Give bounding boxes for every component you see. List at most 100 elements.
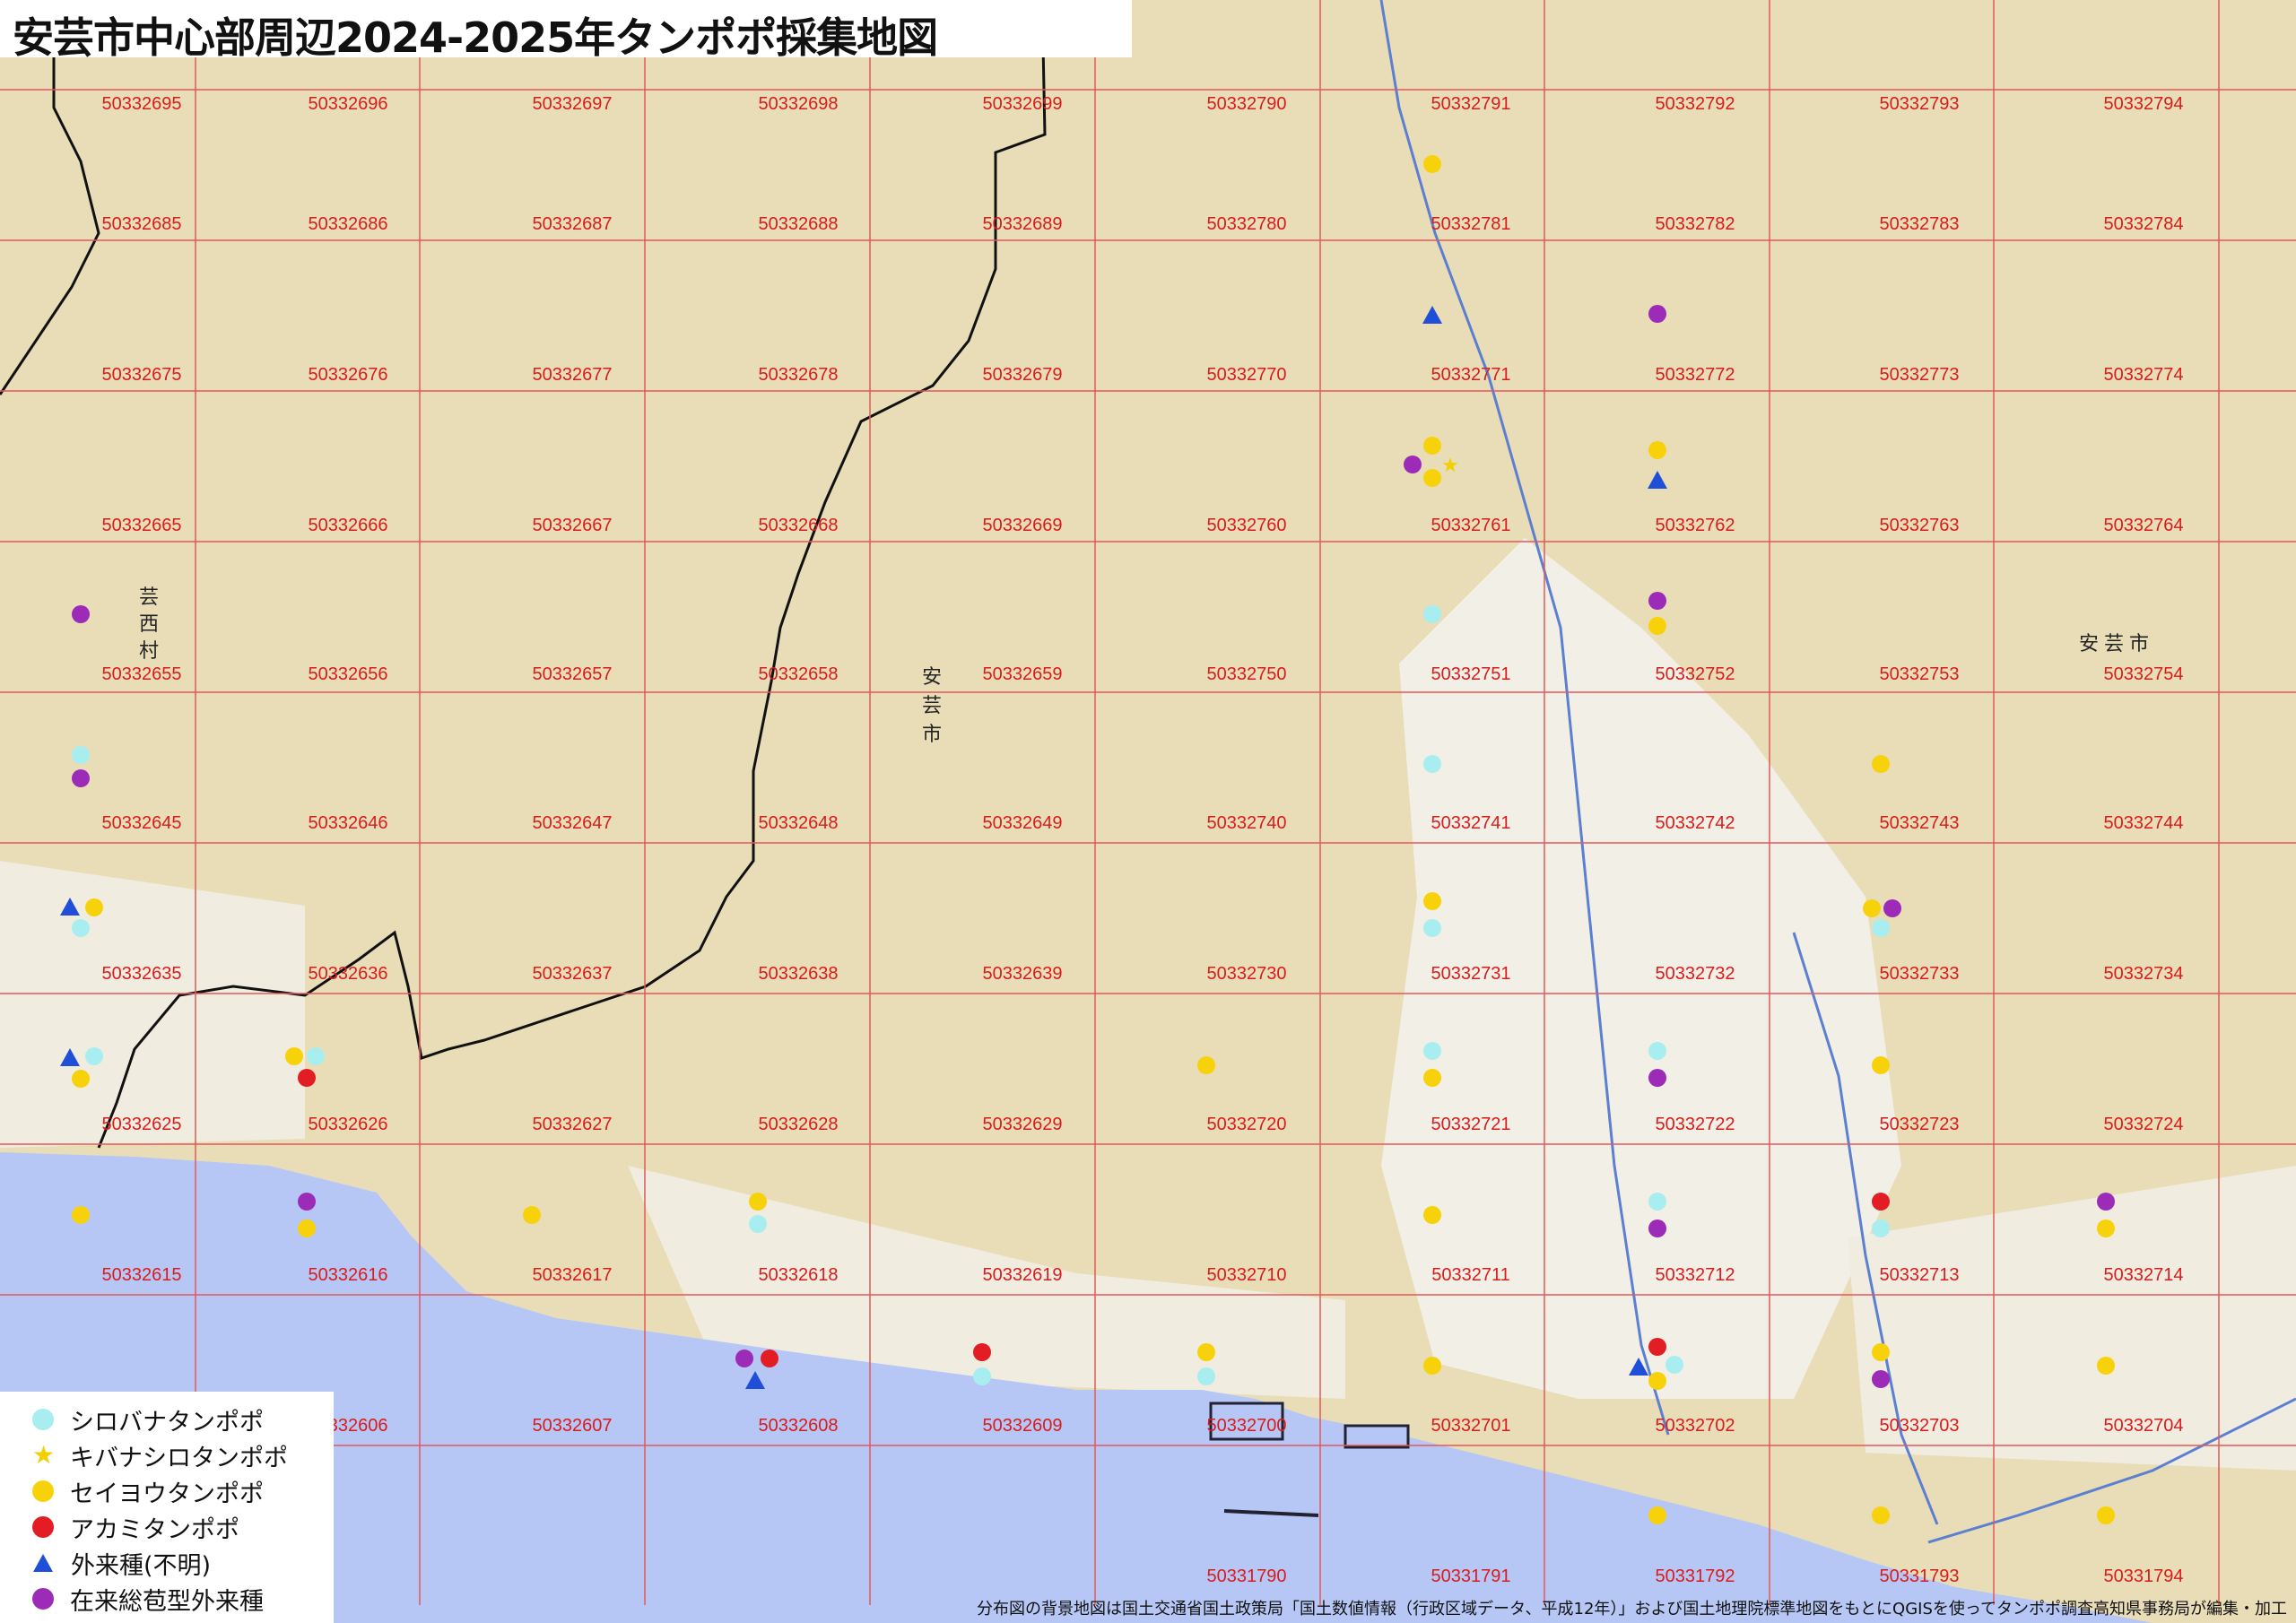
mesh-code-label: 50332676 [309, 365, 388, 385]
mesh-code-label: 50332754 [2104, 664, 2184, 684]
mesh-code-label: 50332617 [533, 1265, 613, 1285]
mesh-code-label: 50332629 [983, 1115, 1063, 1134]
mesh-code-label: 50332686 [309, 214, 388, 234]
mesh-code-label: 50332608 [759, 1416, 839, 1436]
mesh-code-label: 50332698 [759, 94, 839, 114]
mesh-code-label: 50332647 [533, 813, 613, 833]
place-label-aki-center: 安芸市 [922, 666, 943, 746]
specimen-marker [2097, 1357, 2115, 1375]
mesh-code-label: 50332792 [1656, 94, 1735, 114]
mesh-code-label: 50332764 [2104, 516, 2184, 535]
map-canvas: 50332695 50332696 50332697 50332698 50332699… [0, 0, 2296, 1623]
specimen-marker [1872, 1219, 1890, 1237]
specimen-marker [1872, 919, 1890, 937]
mesh-code-label: 50332697 [533, 94, 613, 114]
legend-label: キバナシロタンポポ [70, 1444, 288, 1472]
legend-label: セイヨウタンポポ [70, 1480, 264, 1508]
specimen-marker [1423, 1069, 1441, 1087]
specimen-marker [1863, 899, 1881, 917]
mesh-code-label: 50332627 [533, 1115, 613, 1134]
specimen-marker [523, 1206, 541, 1224]
mesh-code-label: 50332699 [983, 94, 1063, 114]
mesh-code-label: 50332625 [102, 1115, 182, 1134]
mesh-code-label: 50332679 [983, 365, 1063, 385]
specimen-marker [1423, 919, 1441, 937]
specimen-marker [72, 919, 90, 937]
mesh-code-label: 50332781 [1431, 214, 1511, 234]
mesh-code-label: 50332744 [2104, 813, 2184, 833]
specimen-marker [1648, 1506, 1666, 1524]
mesh-code-label: 50332687 [533, 214, 613, 234]
mesh-code-label: 50332720 [1207, 1115, 1287, 1134]
specimen-marker [1883, 899, 1901, 917]
mesh-code-label: 50332724 [2104, 1115, 2184, 1134]
legend-label: 在来総苞型外来種 [70, 1587, 264, 1616]
mesh-code-label: 50332638 [759, 964, 839, 984]
mesh-code-label: 50332732 [1656, 964, 1735, 984]
specimen-marker [72, 1070, 90, 1088]
specimen-marker [973, 1343, 991, 1361]
place-label-geisei: 芸西村 [139, 586, 160, 663]
mesh-code-label: 50331791 [1431, 1567, 1511, 1586]
mesh-code-label: 50332713 [1880, 1265, 1960, 1285]
mesh-code-label: 50331794 [2104, 1567, 2184, 1586]
mesh-code-label: 50332730 [1207, 964, 1287, 984]
specimen-marker [1872, 1506, 1890, 1524]
circle-icon [32, 1516, 54, 1538]
specimen-marker [1423, 1206, 1441, 1224]
mesh-code-label: 50332794 [2104, 94, 2184, 114]
mesh-code-label: 50332678 [759, 365, 839, 385]
legend-item-seiyou: セイヨウタンポポ [32, 1474, 264, 1508]
mesh-code-label: 50332696 [309, 94, 388, 114]
mesh-code-label: 50332675 [102, 365, 182, 385]
specimen-marker [1423, 155, 1441, 173]
specimen-marker [749, 1215, 767, 1233]
mesh-code-label: 50332616 [309, 1265, 388, 1285]
mesh-code-label: 50332791 [1431, 94, 1511, 114]
specimen-marker [1648, 305, 1666, 323]
mesh-code-label: 50332783 [1880, 214, 1960, 234]
specimen-marker [1648, 1219, 1666, 1237]
specimen-marker [973, 1367, 991, 1385]
mesh-code-label: 50332790 [1207, 94, 1287, 114]
mesh-code-label: 50332734 [2104, 964, 2184, 984]
specimen-marker [1872, 1370, 1890, 1388]
specimen-marker [1423, 437, 1441, 455]
mesh-code-label: 50332750 [1207, 664, 1287, 684]
mesh-code-label: 50332743 [1880, 813, 1960, 833]
specimen-marker [72, 1206, 90, 1224]
specimen-marker [1648, 592, 1666, 610]
specimen-marker [1665, 1356, 1683, 1374]
mesh-code-label: 50332646 [309, 813, 388, 833]
mesh-code-label: 50332782 [1656, 214, 1735, 234]
mesh-code-label: 50332774 [2104, 365, 2184, 385]
mesh-code-label: 50332607 [533, 1416, 613, 1436]
mesh-code-label: 50332700 [1207, 1416, 1287, 1436]
specimen-marker [749, 1193, 767, 1211]
title-box: 安芸市中心部周辺2024-2025年タンポポ採集地図 [0, 0, 1132, 62]
mesh-code-label: 50332703 [1880, 1416, 1960, 1436]
specimen-marker [307, 1047, 325, 1065]
legend-item-gairai-unknown: 外来種(不明) [32, 1546, 211, 1580]
star-icon: ★ [32, 1440, 56, 1470]
specimen-marker [1423, 605, 1441, 623]
mesh-code-label: 50332740 [1207, 813, 1287, 833]
mesh-code-label: 50332657 [533, 664, 613, 684]
mesh-code-label: 50332688 [759, 214, 839, 234]
specimen-marker [72, 605, 90, 623]
mesh-code-label: 50331790 [1207, 1567, 1287, 1586]
specimen-marker [1648, 617, 1666, 635]
mesh-code-label: 50331793 [1880, 1567, 1960, 1586]
mesh-code-label: 50332702 [1656, 1416, 1735, 1436]
mesh-code-label: 50332649 [983, 813, 1063, 833]
mesh-code-label: 50332635 [102, 964, 182, 984]
harbor-pier [1344, 1424, 1410, 1449]
legend-label: シロバナタンポポ [70, 1408, 264, 1436]
mesh-code-label: 50332615 [102, 1265, 182, 1285]
specimen-marker [2097, 1193, 2115, 1211]
specimen-marker [1423, 892, 1441, 910]
specimen-marker [1648, 1042, 1666, 1060]
legend-label: アカミタンポポ [70, 1515, 239, 1544]
mesh-code-label: 50332753 [1880, 664, 1960, 684]
specimen-marker [2097, 1219, 2115, 1237]
